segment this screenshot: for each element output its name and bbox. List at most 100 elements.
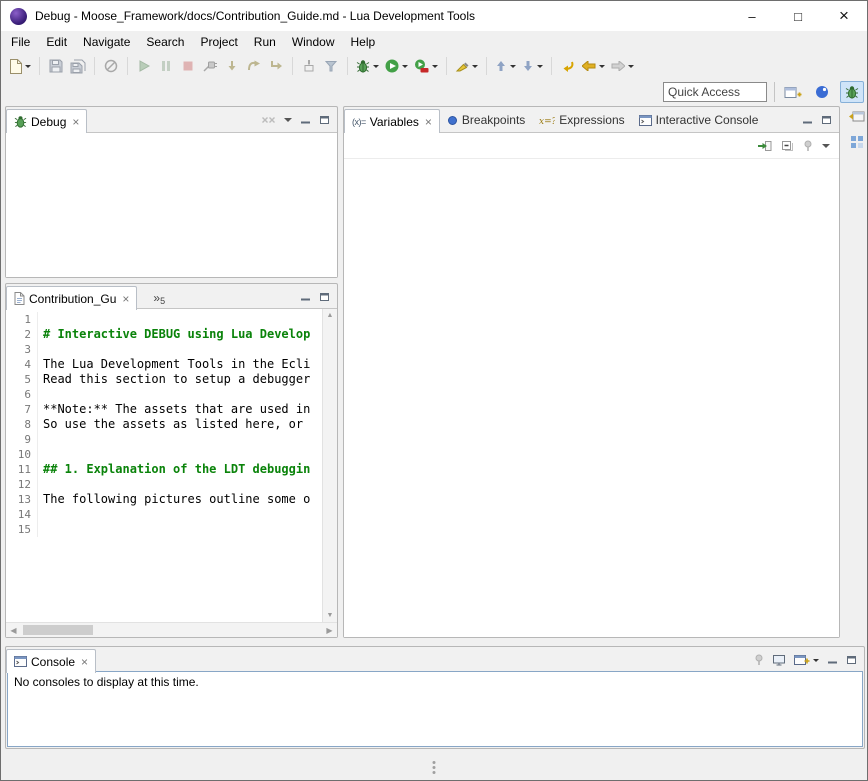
line-number[interactable]: 3 bbox=[6, 342, 38, 357]
line-number[interactable]: 14 bbox=[6, 507, 38, 522]
minimize-view-button[interactable] bbox=[827, 655, 838, 665]
collapse-all-button[interactable] bbox=[781, 140, 794, 152]
next-annotation-button[interactable] bbox=[520, 55, 545, 77]
minimize-view-button[interactable] bbox=[300, 115, 311, 125]
view-menu-button[interactable] bbox=[284, 118, 292, 122]
line-number[interactable]: 12 bbox=[6, 477, 38, 492]
tab-console[interactable]: Console × bbox=[6, 649, 96, 673]
hidden-editors-indicator[interactable]: »5 bbox=[153, 287, 165, 309]
line-text[interactable]: The Lua Development Tools in the Ecli bbox=[38, 357, 322, 372]
line-number[interactable]: 7 bbox=[6, 402, 38, 417]
line-number[interactable]: 4 bbox=[6, 357, 38, 372]
step-into-button[interactable] bbox=[222, 55, 242, 77]
menu-item[interactable]: Edit bbox=[38, 32, 75, 52]
suspend-button[interactable] bbox=[156, 55, 176, 77]
tab-expressions[interactable]: x=? Expressions bbox=[532, 108, 631, 132]
console-body[interactable]: No consoles to display at this time. bbox=[7, 671, 863, 747]
tab-breakpoints[interactable]: Breakpoints bbox=[440, 108, 532, 132]
display-selected-console-button[interactable] bbox=[772, 654, 786, 666]
line-text[interactable]: Read this section to setup a debugger bbox=[38, 372, 322, 387]
pin-console-button[interactable] bbox=[754, 654, 764, 666]
forward-button[interactable] bbox=[609, 55, 636, 77]
save-button[interactable] bbox=[46, 55, 66, 77]
editor-text-area[interactable]: 1 2 # Interactive DEBUG using Lua Develo… bbox=[6, 309, 322, 622]
debug-button[interactable] bbox=[354, 55, 381, 77]
tab-debug[interactable]: Debug × bbox=[6, 109, 87, 133]
maximize-view-button[interactable] bbox=[319, 292, 330, 302]
maximize-button[interactable]: □ bbox=[775, 1, 821, 31]
menu-item[interactable]: Run bbox=[246, 32, 284, 52]
skip-all-breakpoints-button[interactable] bbox=[101, 55, 121, 77]
line-number[interactable]: 10 bbox=[6, 447, 38, 462]
restore-view-button[interactable] bbox=[848, 109, 865, 123]
line-number[interactable]: 1 bbox=[6, 312, 38, 327]
show-logical-structure-button[interactable] bbox=[757, 140, 772, 152]
tab-editor-contribution-guide[interactable]: Contribution_Gu × bbox=[6, 286, 137, 310]
status-splitter-handle[interactable] bbox=[433, 761, 436, 774]
scroll-down-icon[interactable]: ▼ bbox=[327, 612, 334, 619]
maximize-view-button[interactable] bbox=[821, 115, 832, 125]
close-tab-icon[interactable]: × bbox=[81, 656, 88, 668]
editor-vertical-scrollbar[interactable]: ▲ ▼ bbox=[322, 309, 337, 622]
line-text[interactable]: So use the assets as listed here, or bbox=[38, 417, 322, 432]
save-all-button[interactable] bbox=[68, 55, 88, 77]
disconnect-button[interactable] bbox=[200, 55, 220, 77]
tab-interactive-console[interactable]: Interactive Console bbox=[632, 108, 766, 132]
tab-variables[interactable]: (x)= Variables × bbox=[344, 109, 440, 133]
view-menu-button[interactable] bbox=[822, 144, 830, 148]
maximize-view-button[interactable] bbox=[846, 655, 857, 665]
menu-item[interactable]: Navigate bbox=[75, 32, 138, 52]
menu-item[interactable]: Project bbox=[192, 32, 245, 52]
menu-item[interactable]: File bbox=[3, 32, 38, 52]
external-tools-button[interactable] bbox=[412, 55, 440, 77]
scrollbar-thumb[interactable] bbox=[23, 625, 93, 635]
close-tab-icon[interactable]: × bbox=[425, 116, 432, 128]
editor-horizontal-scrollbar[interactable]: ◀ ▶ bbox=[6, 622, 337, 637]
close-tab-icon[interactable]: × bbox=[122, 293, 129, 305]
open-console-button[interactable] bbox=[794, 654, 819, 666]
step-return-button[interactable] bbox=[266, 55, 286, 77]
quick-access-box[interactable]: Quick Access bbox=[663, 82, 767, 102]
menu-item[interactable]: Help bbox=[343, 32, 384, 52]
line-text[interactable]: ## 1. Explanation of the LDT debuggin bbox=[38, 462, 322, 477]
close-button[interactable]: × bbox=[821, 1, 867, 31]
line-number[interactable]: 15 bbox=[6, 522, 38, 537]
line-text[interactable]: The following pictures outline some o bbox=[38, 492, 322, 507]
step-over-button[interactable] bbox=[244, 55, 264, 77]
line-number[interactable]: 8 bbox=[6, 417, 38, 432]
menu-item[interactable]: Window bbox=[284, 32, 343, 52]
new-button[interactable] bbox=[7, 55, 33, 77]
minimize-button[interactable]: – bbox=[729, 1, 775, 31]
lua-perspective-button[interactable] bbox=[809, 81, 835, 103]
resume-button[interactable] bbox=[134, 55, 154, 77]
drop-to-frame-button[interactable] bbox=[299, 55, 319, 77]
menu-item[interactable]: Search bbox=[138, 32, 192, 52]
debug-view-body[interactable] bbox=[6, 132, 337, 277]
minimize-view-button[interactable] bbox=[802, 115, 813, 125]
remove-all-terminated-button[interactable] bbox=[261, 116, 276, 125]
minimize-view-button[interactable] bbox=[300, 292, 311, 302]
run-button[interactable] bbox=[383, 55, 410, 77]
line-number[interactable]: 11 bbox=[6, 462, 38, 477]
perspective-layout-button[interactable] bbox=[850, 135, 864, 149]
line-text[interactable]: # Interactive DEBUG using Lua Develop bbox=[38, 327, 322, 342]
pin-view-button[interactable] bbox=[803, 140, 813, 152]
scroll-right-icon[interactable]: ▶ bbox=[322, 626, 337, 635]
scroll-left-icon[interactable]: ◀ bbox=[6, 626, 21, 635]
previous-annotation-button[interactable] bbox=[493, 55, 518, 77]
scroll-up-icon[interactable]: ▲ bbox=[327, 312, 334, 319]
line-number[interactable]: 2 bbox=[6, 327, 38, 342]
maximize-view-button[interactable] bbox=[319, 115, 330, 125]
line-number[interactable]: 5 bbox=[6, 372, 38, 387]
mark-occurrences-button[interactable] bbox=[453, 55, 480, 77]
terminate-button[interactable] bbox=[178, 55, 198, 77]
debug-perspective-button[interactable] bbox=[840, 81, 864, 103]
back-button[interactable] bbox=[580, 55, 607, 77]
last-edit-location-button[interactable] bbox=[558, 55, 578, 77]
line-number[interactable]: 6 bbox=[6, 387, 38, 402]
open-perspective-button[interactable] bbox=[782, 81, 804, 103]
line-number[interactable]: 9 bbox=[6, 432, 38, 447]
line-text[interactable]: **Note:** The assets that are used in bbox=[38, 402, 322, 417]
use-step-filters-button[interactable] bbox=[321, 55, 341, 77]
line-number[interactable]: 13 bbox=[6, 492, 38, 507]
